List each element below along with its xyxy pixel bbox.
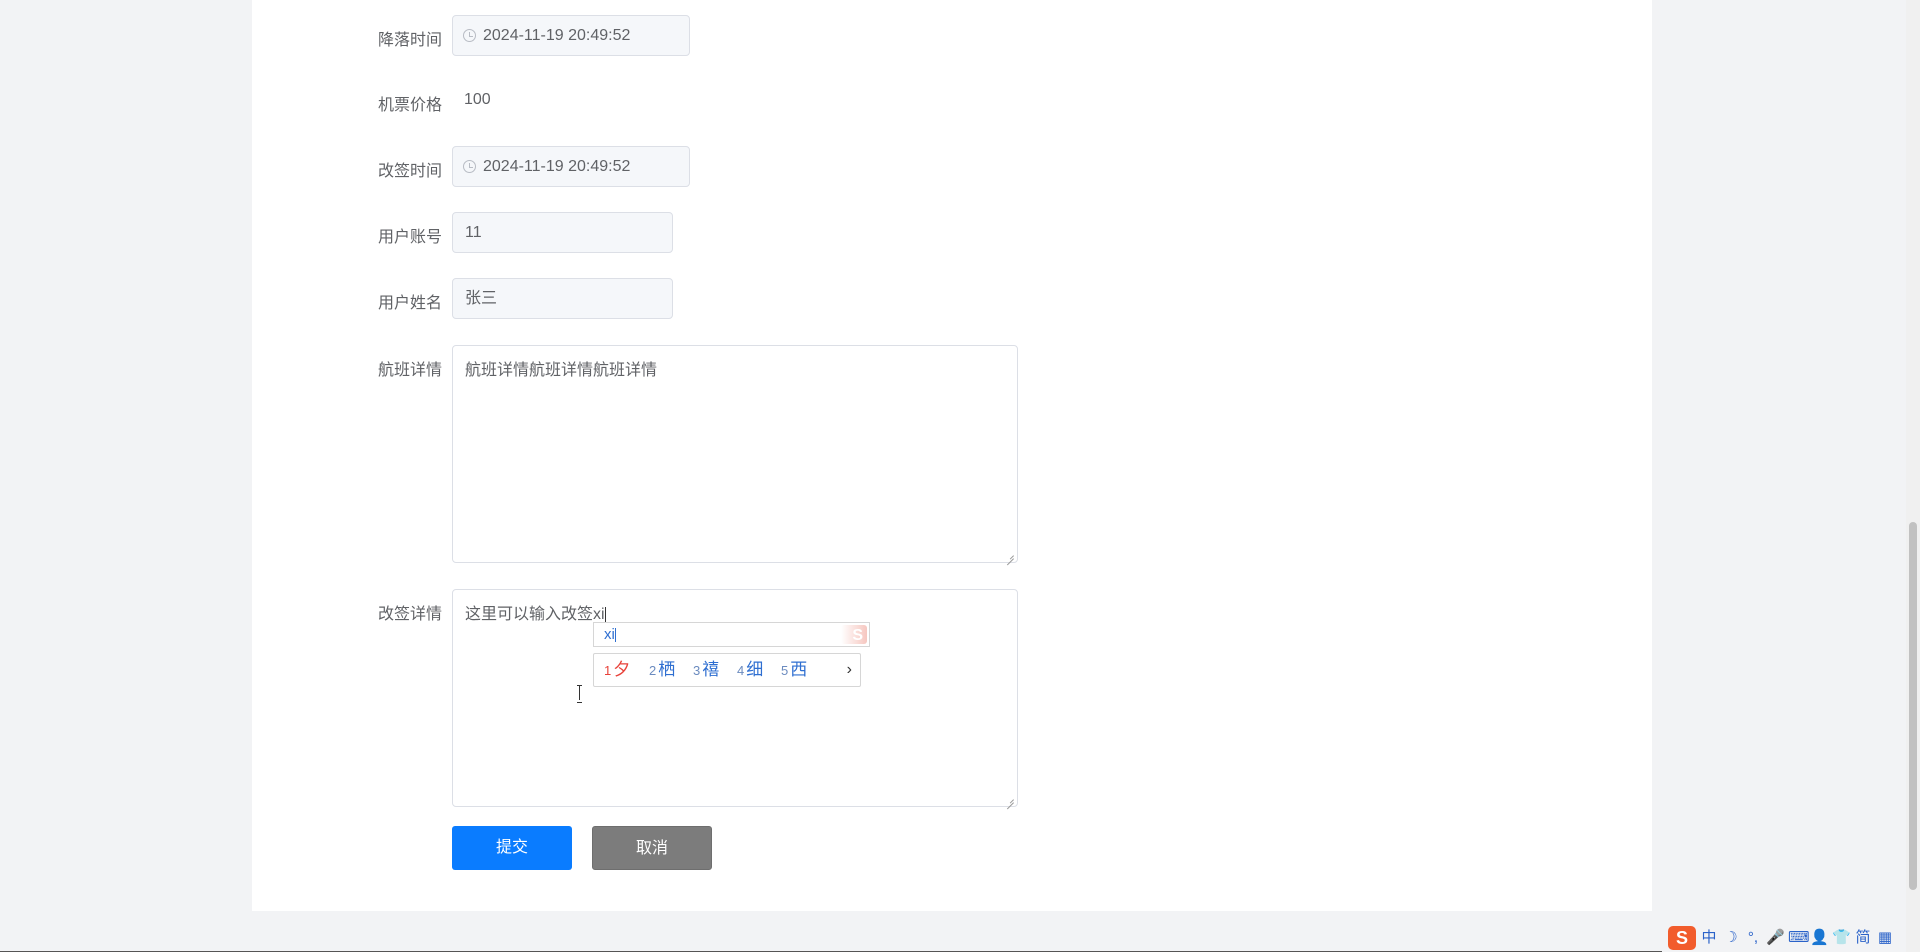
ime-candidate[interactable]: 1夕 <box>604 654 630 687</box>
user-name-input[interactable]: 张三 <box>452 278 673 319</box>
keyboard-icon[interactable]: ⌨ <box>1788 928 1810 948</box>
chinese-mode-icon[interactable]: 中 <box>1700 928 1718 948</box>
candidate-char: 西 <box>790 660 808 679</box>
toolbox-icon[interactable]: ▦ <box>1876 928 1894 948</box>
form-card: 降落时间 2024-11-19 20:49:52 机票价格 100 改签时间 2… <box>252 0 1652 911</box>
chevron-right-icon[interactable]: › <box>847 654 852 686</box>
ibeam-cursor-icon <box>577 685 582 703</box>
ime-candidate[interactable]: 4细 <box>737 654 763 687</box>
candidate-number: 2 <box>649 663 657 678</box>
scrollbar-thumb[interactable] <box>1909 522 1917 890</box>
candidate-char: 禧 <box>702 660 720 679</box>
change-time-picker[interactable]: 2024-11-19 20:49:52 <box>452 146 690 187</box>
ime-composition-text: xi <box>604 626 615 643</box>
submit-button[interactable]: 提交 <box>452 826 572 870</box>
landing-time-value: 2024-11-19 20:49:52 <box>483 27 631 44</box>
sogou-s-icon: S <box>841 625 867 644</box>
clock-icon <box>463 29 476 42</box>
sogou-logo-glyph: S <box>852 627 863 644</box>
flight-details-textarea[interactable]: 航班详情航班详情航班详情 <box>452 345 1018 563</box>
landing-time-picker[interactable]: 2024-11-19 20:49:52 <box>452 15 690 56</box>
resize-handle-icon[interactable] <box>1006 795 1014 803</box>
landing-time-label: 降落时间 <box>377 32 442 49</box>
ticket-price-value: 100 <box>464 91 491 108</box>
ime-candidate[interactable]: 5西 <box>781 654 807 687</box>
ime-composition-box: xi S <box>593 622 870 647</box>
microphone-icon[interactable]: 🎤 <box>1766 928 1785 948</box>
candidate-char: 栖 <box>658 660 676 679</box>
change-details-text: 这里可以输入改签xi <box>465 606 605 623</box>
ticket-price-label: 机票价格 <box>377 97 442 114</box>
change-details-label: 改签详情 <box>377 606 442 623</box>
user-name-label: 用户姓名 <box>377 295 442 312</box>
candidate-number: 4 <box>737 663 745 678</box>
ime-caret <box>614 628 616 643</box>
text-caret <box>604 606 606 623</box>
cancel-button[interactable]: 取消 <box>592 826 712 870</box>
ime-tray: S 中 ☽ °, 🎤 ⌨ 👤 👕 简 ▦ <box>1662 923 1920 952</box>
skin-icon[interactable]: 👕 <box>1832 928 1851 948</box>
change-time-label: 改签时间 <box>377 163 442 180</box>
flight-details-text: 航班详情航班详情航班详情 <box>465 362 658 379</box>
user-account-label: 用户账号 <box>377 229 442 246</box>
change-time-value: 2024-11-19 20:49:52 <box>483 158 631 175</box>
ime-candidate[interactable]: 2栖 <box>649 654 675 687</box>
simplified-icon[interactable]: 简 <box>1854 928 1872 948</box>
candidate-number: 1 <box>604 663 612 678</box>
candidate-number: 3 <box>693 663 701 678</box>
user-icon[interactable]: 👤 <box>1810 928 1829 948</box>
punctuation-icon[interactable]: °, <box>1744 928 1762 948</box>
clock-icon <box>463 160 476 173</box>
user-account-input[interactable]: 11 <box>452 212 673 253</box>
sogou-logo-icon[interactable]: S <box>1668 925 1696 950</box>
ime-candidate-bar: 1夕 2栖 3禧 4细 5西 › <box>593 653 861 687</box>
candidate-char: 夕 <box>613 660 631 679</box>
candidate-number: 5 <box>781 663 789 678</box>
resize-handle-icon[interactable] <box>1006 551 1014 559</box>
ime-candidate[interactable]: 3禧 <box>693 654 719 687</box>
candidate-char: 细 <box>746 660 764 679</box>
page-scrollbar[interactable] <box>1906 0 1920 952</box>
half-width-moon-icon[interactable]: ☽ <box>1722 928 1740 948</box>
flight-details-label: 航班详情 <box>377 362 442 379</box>
